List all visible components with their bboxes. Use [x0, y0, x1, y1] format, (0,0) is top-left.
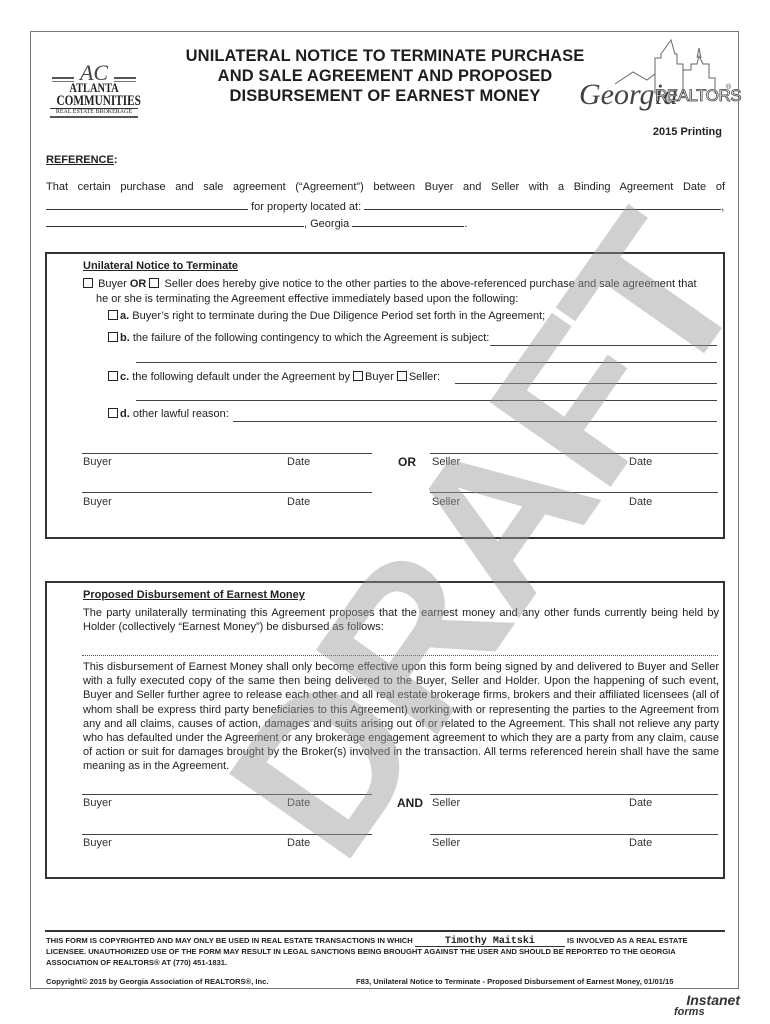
reference-colon: : [113, 154, 118, 166]
georgia-label: , Georgia [304, 218, 350, 230]
option-d: d. other lawful reason: [108, 407, 229, 421]
zip-field[interactable] [352, 215, 465, 227]
disbursement-seller-signature-line-1[interactable] [430, 794, 718, 795]
reference-label: REFERENCE [46, 154, 114, 166]
disbursement-section-title: Proposed Disbursement of Earnest Money [83, 589, 305, 601]
default-seller-label: Seller: [408, 371, 441, 383]
and-separator: AND [397, 796, 423, 810]
disbursement-instructions-field[interactable] [82, 655, 718, 656]
option-c-text: the following default under the Agreemen… [132, 371, 350, 383]
option-a-letter: a. [120, 310, 130, 322]
option-d-letter: d. [120, 408, 130, 420]
option-d-text: other lawful reason: [132, 408, 229, 420]
reference-line-3: , Georgia . [46, 215, 467, 231]
default-buyer-label: Buyer [365, 371, 394, 383]
option-c-field[interactable] [455, 383, 717, 384]
notice-text-1: THIS FORM IS COPYRIGHTED AND MAY ONLY BE… [46, 936, 413, 945]
notice-statement-cont: he or she is terminating the Agreement e… [96, 293, 519, 305]
notice-buyer-signature-line-2[interactable] [82, 492, 372, 493]
copyright-line: Copyright© 2015 by Georgia Association o… [46, 977, 269, 986]
licensee-name: Timothy Maitski [414, 937, 565, 947]
default-seller-checkbox[interactable] [396, 371, 407, 381]
buyer-label: Buyer [83, 837, 112, 849]
option-b-text: the failure of the following contingency… [132, 332, 490, 344]
option-a-checkbox[interactable] [108, 310, 118, 320]
copyright-notice: THIS FORM IS COPYRIGHTED AND MAY ONLY BE… [46, 936, 726, 968]
instanet-forms-logo: Instanet forms [668, 993, 740, 1022]
buyer-checkbox[interactable] [83, 278, 93, 288]
printing-year: 2015 Printing [652, 126, 722, 138]
comma: , [721, 201, 725, 213]
form-identifier: F83, Unilateral Notice to Terminate - Pr… [356, 977, 674, 986]
disbursement-intro: The party unilaterally terminating this … [83, 607, 719, 633]
option-b-field-2[interactable] [136, 362, 717, 363]
date-label: Date [287, 837, 311, 849]
buyer-label: Buyer [83, 797, 112, 809]
property-address-field[interactable] [364, 198, 722, 210]
option-d-checkbox[interactable] [108, 408, 118, 418]
option-c-checkbox[interactable] [108, 371, 118, 381]
seller-label: Seller [432, 837, 461, 849]
date-label: Date [629, 837, 653, 849]
date-label: Date [287, 456, 311, 468]
reference-heading: REFERENCE: [46, 154, 118, 166]
option-a-text: Buyer’s right to terminate during the Du… [132, 310, 546, 322]
reference-line-2: for property located at: , [46, 198, 725, 214]
notice-seller-signature-line-2[interactable] [430, 492, 718, 493]
document-title: UNILATERAL NOTICE TO TERMINATE PURCHASE … [130, 46, 640, 106]
seller-label: Seller [432, 456, 461, 468]
notice-seller-signature-line-1[interactable] [430, 453, 718, 454]
option-c: c. the following default under the Agree… [108, 370, 440, 384]
notice-section-title: Unilateral Notice to Terminate [83, 260, 239, 272]
seller-label: Seller [432, 797, 461, 809]
logo-line-communities: COMMUNITIES [56, 93, 141, 109]
date-label: Date [629, 456, 653, 468]
option-d-field[interactable] [233, 421, 717, 422]
date-label: Date [287, 797, 311, 809]
option-a: a. Buyer’s right to terminate during the… [108, 309, 545, 323]
notice-statement: Seller does hereby give notice to the ot… [164, 278, 697, 290]
instanet-forms-text: forms [674, 1006, 705, 1018]
logo-line-brokerage: REAL ESTATE BROKERAGE [50, 108, 138, 118]
or-label: OR [129, 278, 147, 290]
or-separator: OR [398, 455, 416, 469]
reference-line-1: That certain purchase and sale agreement… [46, 181, 725, 193]
option-c-field-2[interactable] [136, 400, 717, 401]
city-field[interactable] [46, 215, 304, 227]
option-b-letter: b. [120, 332, 130, 344]
seller-checkbox[interactable] [149, 278, 160, 288]
georgia-realtors-logo: Georgia REALTORS ® [575, 34, 742, 126]
disbursement-terms: This disbursement of Earnest Money shall… [83, 661, 719, 773]
property-located-label: for property located at: [251, 201, 362, 213]
option-b: b. the failure of the following continge… [108, 331, 489, 345]
buyer-label: Buyer [83, 456, 112, 468]
atlanta-communities-wordmark: ATLANTA COMMUNITIES REAL ESTATE BROKERAG… [44, 81, 144, 118]
title-line-3: DISBURSEMENT OF EARNEST MONEY [229, 87, 541, 105]
date-label: Date [629, 797, 653, 809]
notice-party-line: Buyer OR Seller does hereby give notice … [83, 277, 697, 291]
title-line-2: AND SALE AGREEMENT AND PROPOSED [217, 67, 553, 85]
date-label: Date [287, 496, 311, 508]
notice-buyer-signature-line-1[interactable] [82, 453, 372, 454]
disbursement-seller-signature-line-2[interactable] [430, 834, 718, 835]
date-label: Date [629, 496, 653, 508]
footer-divider [45, 930, 725, 932]
option-c-letter: c. [120, 371, 130, 383]
period: . [464, 218, 468, 230]
buyer-label: Buyer [98, 278, 127, 290]
title-line-1: UNILATERAL NOTICE TO TERMINATE PURCHASE [185, 47, 585, 65]
disbursement-buyer-signature-line-1[interactable] [82, 794, 372, 795]
disbursement-buyer-signature-line-2[interactable] [82, 834, 372, 835]
option-b-field[interactable] [490, 345, 717, 346]
default-buyer-checkbox[interactable] [353, 371, 364, 381]
registered-mark: ® [726, 84, 732, 91]
option-b-checkbox[interactable] [108, 332, 118, 342]
buyer-label: Buyer [83, 496, 112, 508]
seller-label: Seller [432, 496, 461, 508]
binding-agreement-date-field[interactable] [46, 198, 248, 210]
